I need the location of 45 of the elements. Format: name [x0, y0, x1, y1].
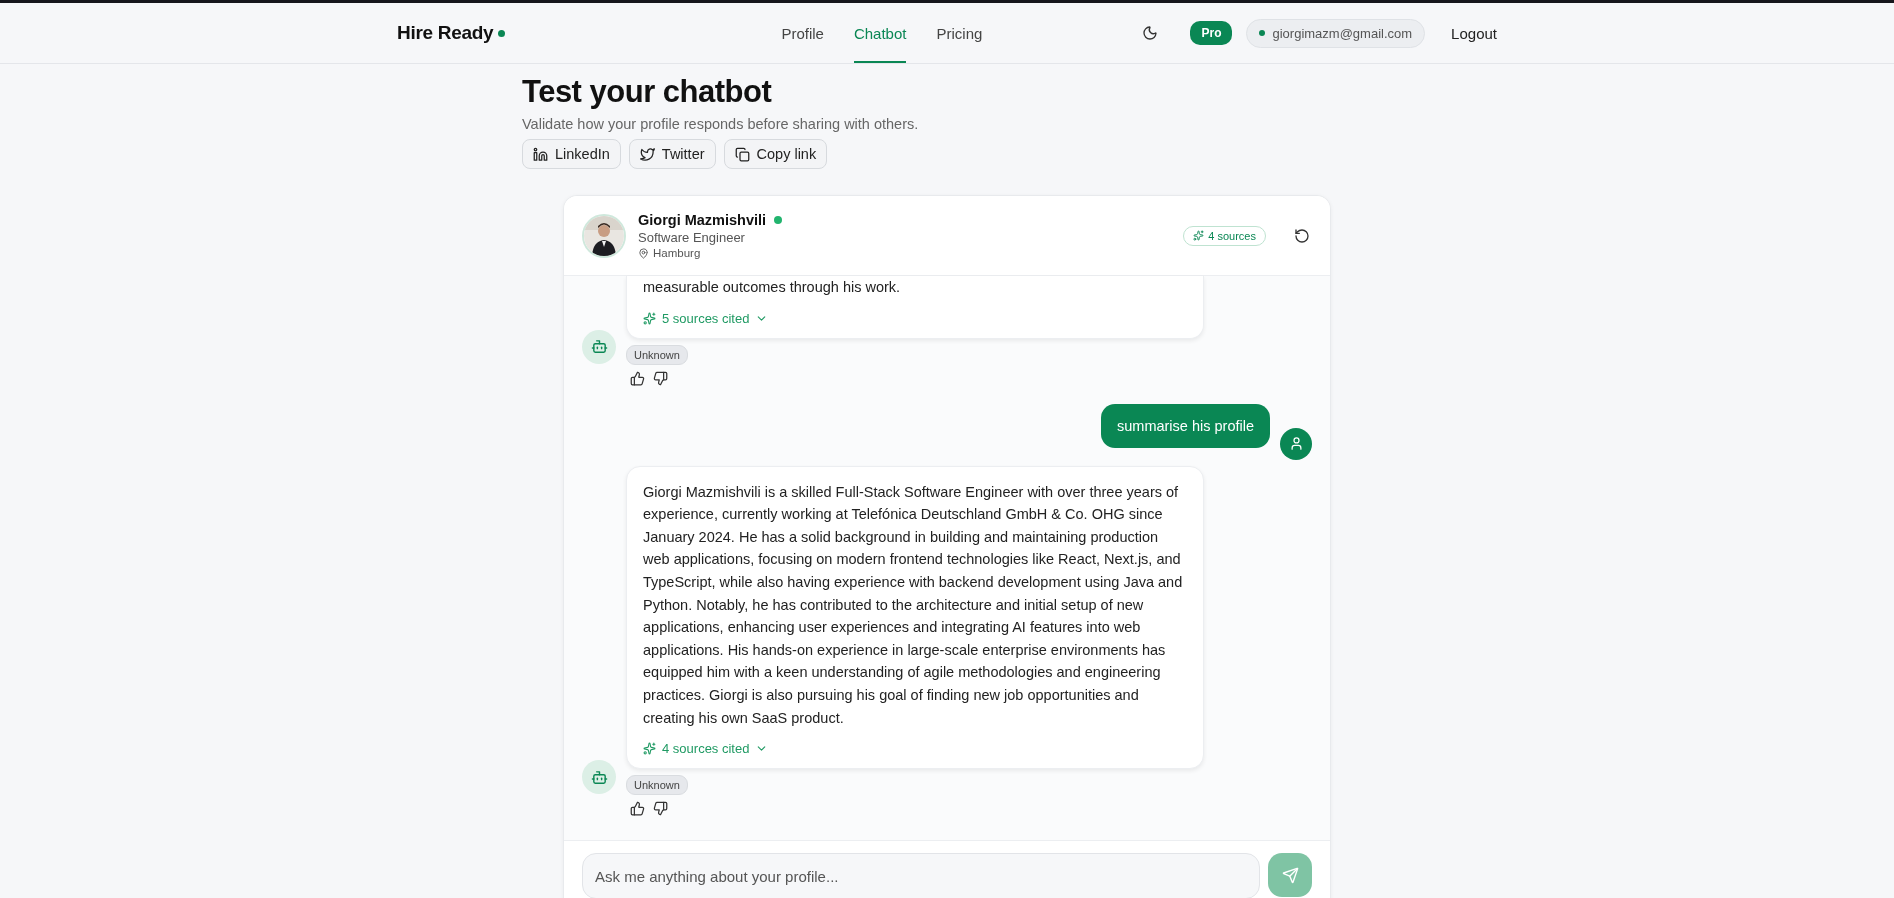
nav-tab[interactable]: Profile [781, 3, 824, 63]
thumbs-up-button[interactable] [630, 370, 645, 386]
sparkle-icon [1193, 230, 1205, 241]
moon-icon [1142, 25, 1159, 41]
bird-icon [639, 146, 655, 162]
status-dot [1259, 30, 1266, 36]
share-button[interactable]: Twitter [628, 139, 716, 169]
location-pin-icon [638, 247, 649, 259]
person-icon [1288, 436, 1304, 452]
sparkle-icon [643, 742, 656, 756]
sources-toggle[interactable]: 5 sources cited [643, 310, 769, 326]
profile-location: Hamburg [653, 247, 701, 259]
plan-badge: Pro [1190, 21, 1233, 45]
robot-icon [590, 338, 608, 356]
nav-tab[interactable]: Pricing [936, 3, 983, 63]
confidence-tag: Unknown [626, 344, 688, 365]
profile-role: Software Engineer [638, 230, 746, 245]
message-text: Giorgi Mazmishvili is a skilled Full-Stack Software Engineer with over three years of experience, currently working at Telefónica Deutschland GmbH & Co. OHG since January 2024. He has a solid background in building and maintaining production web applications, focusing on modern frontend technologies like React, Next.js, and TypeScript, while also having experience with backend development using Java and Python. Notably, he has contributed to the architecture and initial setup of new applications, enhancing user experiences and integrating AI features into web applications. His hands-on experience in large-scale enterprise environments has equipped him with a keen understanding of agile methodologies and engineering practices. Giorgi is also pursuing his goal of finding new job opportunities and creating his own SaaS product. [643, 482, 1184, 728]
robot-icon [590, 768, 608, 786]
sources-toggle[interactable]: 4 sources cited [643, 741, 769, 757]
thumbs-down-icon [653, 801, 668, 817]
page-title: Test your chatbot [522, 74, 773, 110]
linkedin-icon [533, 146, 548, 162]
thumbs-up-button[interactable] [630, 801, 645, 817]
send-icon [1281, 866, 1299, 884]
thumbs-up-icon [630, 370, 645, 386]
account-pill[interactable]: giorgimazm@gmail.com [1246, 18, 1426, 48]
logout-link[interactable]: Logout [1451, 24, 1497, 42]
thumbs-down-button[interactable] [653, 370, 668, 386]
thumbs-down-icon [653, 370, 668, 386]
sparkle-icon [643, 311, 656, 325]
message-text: measurable outcomes through his work. [643, 278, 902, 297]
share-button[interactable]: LinkedIn [522, 139, 621, 169]
share-button[interactable]: Copy link [723, 139, 828, 169]
refresh-icon [1294, 227, 1310, 244]
user-message: summarise his profile [1101, 403, 1270, 448]
message-input[interactable]: Ask me anything about your profile... [582, 853, 1260, 898]
brand-logo[interactable]: Hire Ready [397, 22, 494, 44]
page-subtitle: Validate how your profile responds before sharing with others. [522, 116, 920, 132]
nav-tab[interactable]: Chatbot [853, 3, 907, 63]
confidence-tag: Unknown [626, 775, 688, 796]
copy-icon [734, 146, 750, 162]
thumbs-up-icon [630, 801, 645, 817]
thumbs-down-button[interactable] [653, 801, 668, 817]
profile-name: Giorgi Mazmishvili [638, 212, 767, 228]
